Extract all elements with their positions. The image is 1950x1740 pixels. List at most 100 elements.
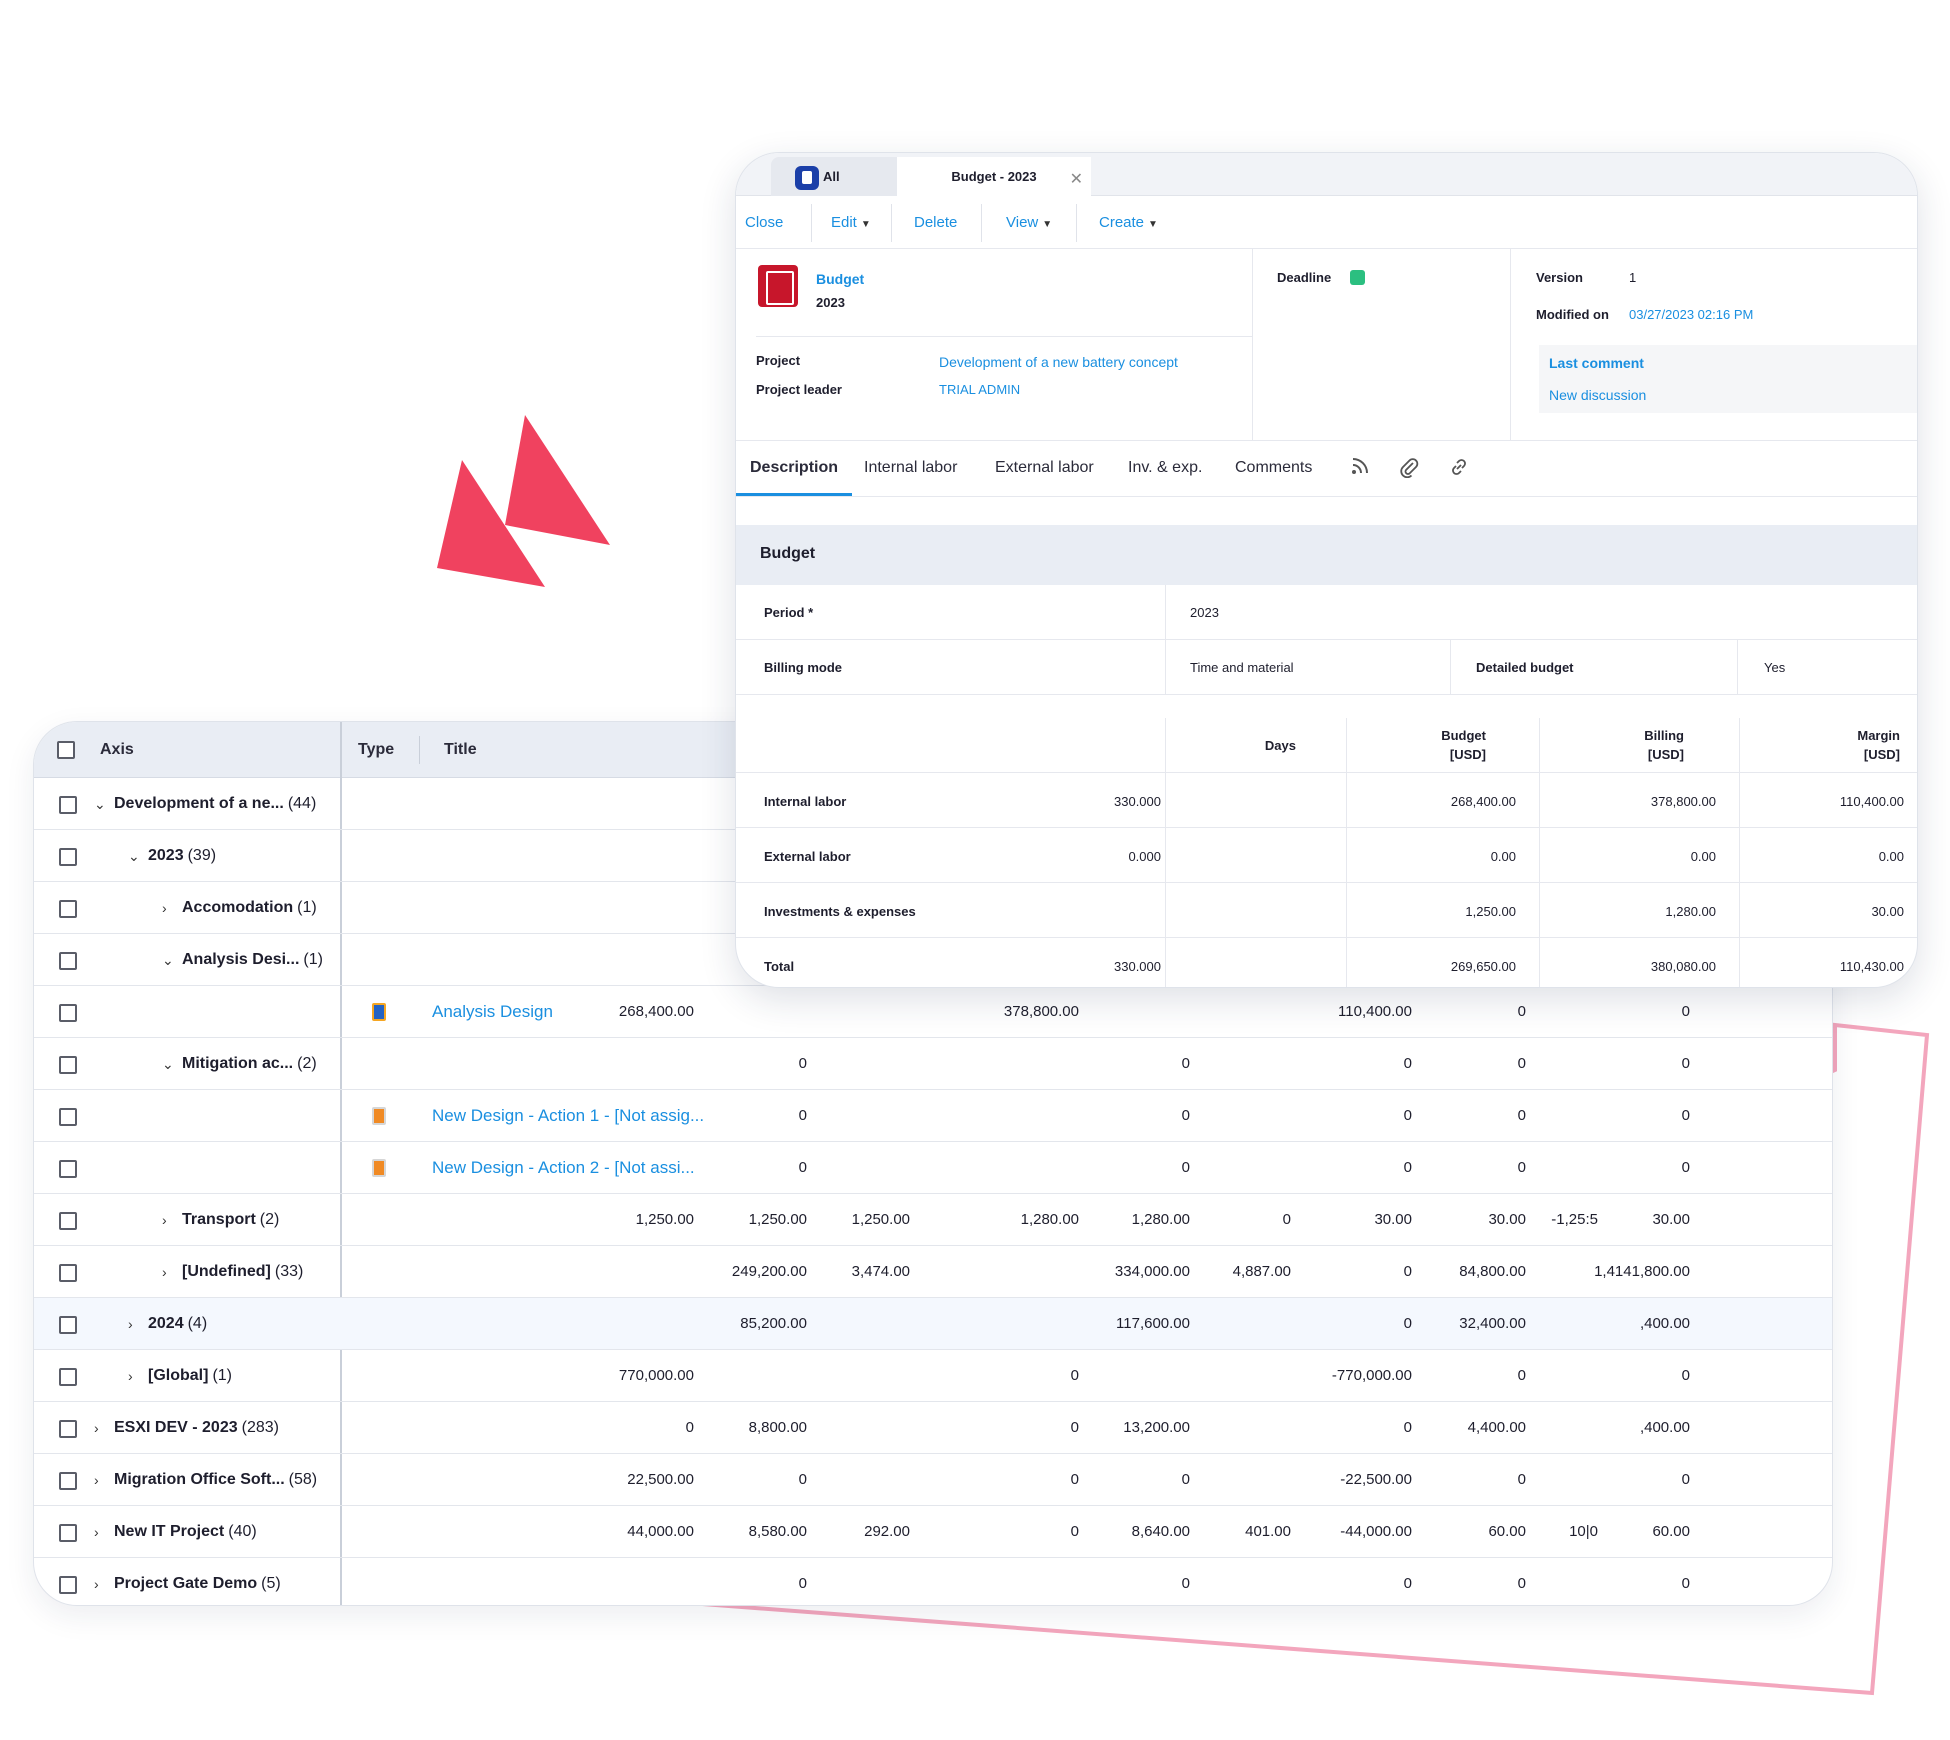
- axis-node[interactable]: › 2024 (4): [128, 1315, 207, 1333]
- edit-button[interactable]: Edit ▼: [831, 214, 871, 231]
- chevron-right-icon[interactable]: ›: [128, 1368, 142, 1384]
- budget-type-link[interactable]: Budget: [816, 271, 864, 287]
- chevron-right-icon[interactable]: ›: [94, 1472, 108, 1488]
- row-value: 4,400.00: [1467, 1419, 1526, 1436]
- budget-billing-value: 378,800.00: [1650, 794, 1716, 809]
- row-checkbox[interactable]: [59, 1056, 77, 1074]
- axis-node[interactable]: › Migration Office Soft... (58): [94, 1471, 317, 1489]
- axis-node[interactable]: › New IT Project (40): [94, 1523, 257, 1541]
- table-row[interactable]: › 2024 (4) 85,200.00 117,600.00 0 32,400.00 ,40…: [34, 1298, 1832, 1350]
- row-checkbox[interactable]: [59, 952, 77, 970]
- row-checkbox[interactable]: [59, 1212, 77, 1230]
- chevron-down-icon[interactable]: ⌄: [162, 952, 176, 969]
- row-checkbox[interactable]: [59, 1420, 77, 1438]
- axis-header[interactable]: Axis: [100, 741, 134, 759]
- axis-node[interactable]: › [Global] (1): [128, 1367, 232, 1385]
- row-checkbox[interactable]: [59, 1524, 77, 1542]
- tab-budget-2023[interactable]: Budget - 2023 ✕: [897, 157, 1091, 196]
- create-button[interactable]: Create ▼: [1099, 214, 1158, 231]
- chevron-down-icon[interactable]: ⌄: [128, 848, 142, 865]
- axis-node[interactable]: ⌄ Development of a ne... (44): [94, 795, 316, 813]
- axis-node[interactable]: › Accomodation (1): [162, 899, 317, 917]
- row-checkbox[interactable]: [59, 900, 77, 918]
- calculator-icon: [758, 265, 798, 307]
- new-discussion-link[interactable]: New discussion: [1549, 387, 1646, 403]
- close-button[interactable]: Close: [745, 214, 783, 231]
- attachment-icon[interactable]: [1398, 456, 1420, 484]
- table-row[interactable]: › Transport (2) 1,250.00 1,250.00 1,250.00 1,2…: [34, 1194, 1832, 1246]
- row-checkbox[interactable]: [59, 1264, 77, 1282]
- chevron-right-icon[interactable]: ›: [128, 1316, 142, 1332]
- axis-node[interactable]: ⌄ 2023 (39): [128, 847, 216, 865]
- view-button[interactable]: View ▼: [1006, 214, 1052, 231]
- row-checkbox[interactable]: [59, 1576, 77, 1594]
- row-value: 770,000.00: [618, 1367, 694, 1384]
- table-row[interactable]: › [Undefined] (33) 249,200.00 3,474.00 334,00…: [34, 1246, 1832, 1298]
- row-value: 1,250.00: [748, 1211, 807, 1228]
- row-checkbox[interactable]: [59, 1368, 77, 1386]
- axis-node[interactable]: ⌄ Mitigation ac... (2): [162, 1055, 317, 1073]
- chevron-right-icon[interactable]: ›: [162, 1212, 176, 1228]
- row-value: 0: [1403, 1263, 1412, 1280]
- chevron-right-icon[interactable]: ›: [94, 1576, 108, 1592]
- project-leader-label: Project leader: [756, 382, 842, 397]
- select-all-checkbox[interactable]: [57, 741, 75, 759]
- table-row[interactable]: New Design - Action 1 - [Not assig... 0 0 0…: [34, 1090, 1832, 1142]
- row-title-link[interactable]: New Design - Action 1 - [Not assig...: [432, 1106, 704, 1126]
- tab-description[interactable]: Description: [750, 459, 838, 477]
- axis-node[interactable]: › ESXI DEV - 2023 (283): [94, 1419, 279, 1437]
- chevron-right-icon[interactable]: ›: [94, 1524, 108, 1540]
- table-row[interactable]: Analysis Design 268,400.00 378,800.00 110,4…: [34, 986, 1832, 1038]
- axis-node[interactable]: › Transport (2): [162, 1211, 279, 1229]
- row-checkbox[interactable]: [59, 848, 77, 866]
- project-leader-link[interactable]: TRIAL ADMIN: [939, 382, 1020, 397]
- budget-days-value: 330.000: [1114, 959, 1161, 974]
- axis-count: (1): [303, 951, 323, 968]
- budget-margin-value: 30.00: [1871, 904, 1904, 919]
- axis-name: Development of a ne...: [114, 795, 284, 812]
- red-triangle-upper: [505, 415, 610, 545]
- row-title-link[interactable]: Analysis Design: [432, 1002, 553, 1022]
- row-value: 0: [798, 1471, 807, 1488]
- table-row[interactable]: ⌄ Mitigation ac... (2) 0 0 0 0 0: [34, 1038, 1832, 1090]
- close-icon[interactable]: ✕: [1070, 169, 1083, 189]
- rss-feed-icon[interactable]: [1350, 456, 1370, 482]
- table-row[interactable]: New Design - Action 2 - [Not assi... 0 0 0 0…: [34, 1142, 1832, 1194]
- row-value: 0: [1517, 1575, 1526, 1592]
- row-checkbox[interactable]: [59, 1004, 77, 1022]
- row-checkbox[interactable]: [59, 1472, 77, 1490]
- row-checkbox[interactable]: [59, 1108, 77, 1126]
- chevron-right-icon[interactable]: ›: [94, 1420, 108, 1436]
- tab-inv-exp[interactable]: Inv. & exp.: [1128, 459, 1202, 477]
- chevron-down-icon[interactable]: ⌄: [94, 796, 108, 813]
- table-row[interactable]: › ESXI DEV - 2023 (283) 0 8,800.00 0 13,200.00…: [34, 1402, 1832, 1454]
- type-header[interactable]: Type: [358, 741, 394, 759]
- row-value: 3,474.00: [851, 1263, 910, 1280]
- chevron-right-icon[interactable]: ›: [162, 900, 176, 916]
- tab-comments[interactable]: Comments: [1235, 459, 1312, 477]
- axis-node[interactable]: › [Undefined] (33): [162, 1263, 303, 1281]
- tab-internal-labor[interactable]: Internal labor: [864, 459, 957, 477]
- chevron-right-icon[interactable]: ›: [162, 1264, 176, 1280]
- project-link[interactable]: Development of a new battery concept: [939, 354, 1178, 370]
- title-header[interactable]: Title: [444, 741, 477, 759]
- last-comment-link[interactable]: Last comment: [1549, 355, 1644, 371]
- table-row[interactable]: › Migration Office Soft... (58) 22,500.00 0 0…: [34, 1454, 1832, 1506]
- delete-button[interactable]: Delete: [914, 214, 957, 231]
- row-checkbox[interactable]: [59, 1316, 77, 1334]
- table-row[interactable]: › New IT Project (40) 44,000.00 8,580.00 292.…: [34, 1506, 1832, 1558]
- row-title-link[interactable]: New Design - Action 2 - [Not assi...: [432, 1158, 695, 1178]
- modified-date-link[interactable]: 03/27/2023 02:16 PM: [1629, 307, 1753, 322]
- link-icon[interactable]: [1448, 456, 1470, 484]
- tab-external-labor[interactable]: External labor: [995, 459, 1094, 477]
- budget-unit: [USD]: [1449, 747, 1486, 762]
- caret-down-icon: ▼: [1148, 219, 1158, 230]
- axis-node[interactable]: ⌄ Analysis Desi... (1): [162, 951, 323, 969]
- row-checkbox[interactable]: [59, 796, 77, 814]
- row-value: 0: [1681, 1055, 1690, 1072]
- table-row[interactable]: › [Global] (1) 770,000.00 0 -770,000.00 0 0: [34, 1350, 1832, 1402]
- chevron-down-icon[interactable]: ⌄: [162, 1056, 176, 1073]
- row-checkbox[interactable]: [59, 1160, 77, 1178]
- axis-node[interactable]: › Project Gate Demo (5): [94, 1575, 281, 1593]
- table-row[interactable]: › Project Gate Demo (5) 0 0 0 0 0: [34, 1558, 1832, 1605]
